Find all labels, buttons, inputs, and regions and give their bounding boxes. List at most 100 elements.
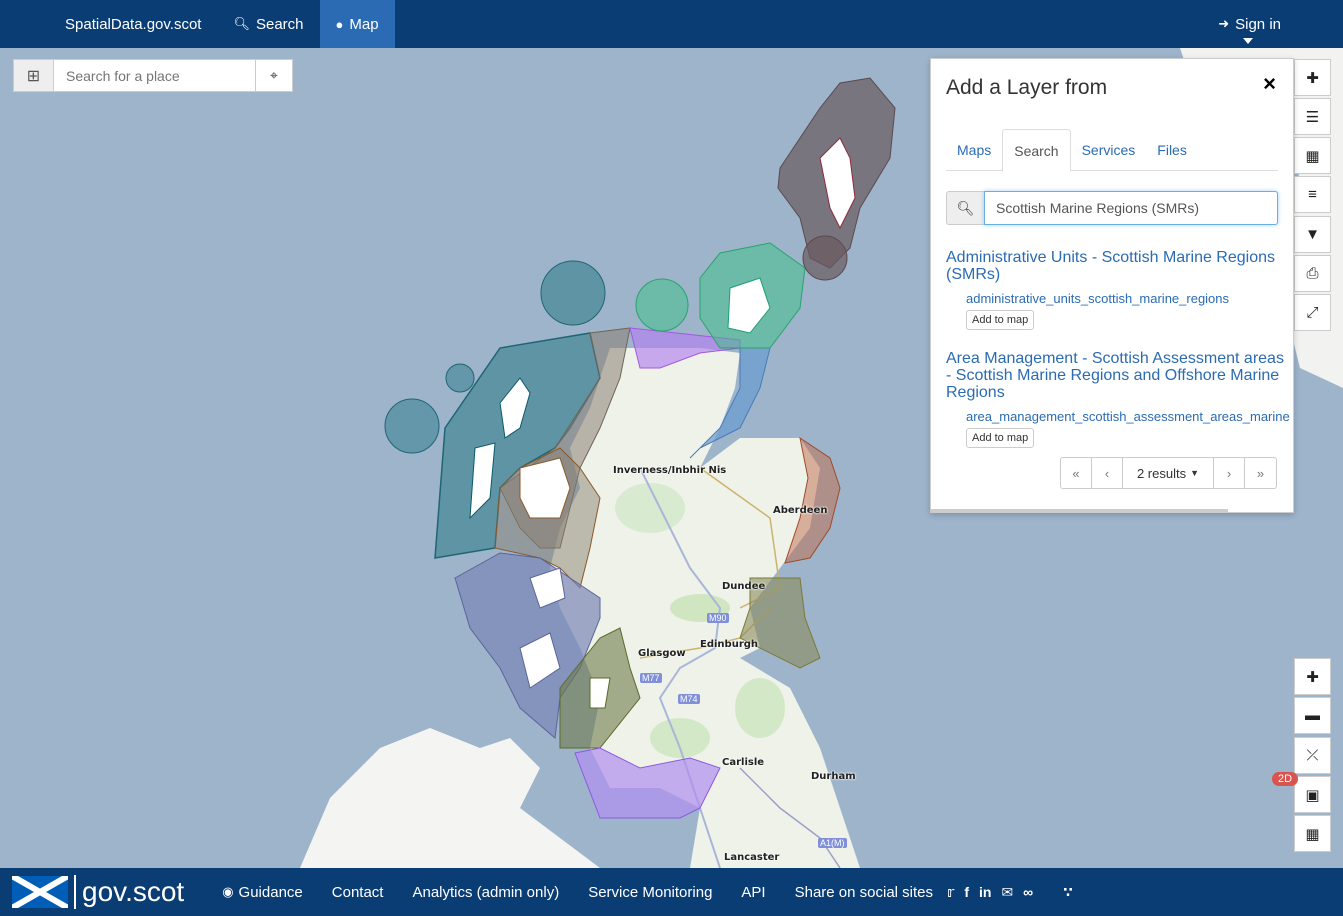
linkedin-icon[interactable]: in bbox=[979, 884, 991, 900]
plus-icon: ✚ bbox=[1306, 69, 1319, 87]
map-label-glasgow: Glasgow bbox=[638, 648, 686, 659]
logo-text: gov.scot bbox=[82, 876, 185, 907]
nav-map-link[interactable]: ● Map bbox=[319, 0, 395, 48]
github-icon: ◉ bbox=[222, 884, 234, 899]
map-label-inverness: Inverness/Inbhir Nis bbox=[613, 465, 727, 476]
map-label-durham: Durham bbox=[811, 771, 856, 782]
gov-scot-logo[interactable]: gov.scot bbox=[10, 873, 185, 911]
road-label-m90: M90 bbox=[707, 613, 729, 623]
map-label-lancaster: Lancaster bbox=[724, 852, 780, 863]
caret-down-icon: ▼ bbox=[1190, 468, 1200, 478]
results-pager: « ‹ 2 results ▼ › » bbox=[1060, 457, 1277, 489]
search-result: Administrative Units - Scottish Marine R… bbox=[946, 249, 1286, 330]
minus-icon: ▬ bbox=[1305, 707, 1320, 724]
rss-icon[interactable]: ∵ bbox=[1063, 884, 1073, 901]
map-label-carlisle: Carlisle bbox=[722, 757, 765, 768]
panel-tabs: Maps Search Services Files bbox=[946, 129, 1278, 172]
brand-link[interactable]: SpatialData.gov.scot bbox=[65, 16, 201, 33]
logo-divider bbox=[74, 875, 76, 909]
footer-link-label: Guidance bbox=[238, 883, 303, 901]
road-label-m77: M77 bbox=[640, 673, 662, 683]
result-layer-name[interactable]: area_management_scottish_assessment_area… bbox=[966, 409, 1290, 424]
layer-search-row: 🔍︎ bbox=[946, 191, 1278, 225]
filter-button[interactable]: ▼ bbox=[1294, 216, 1331, 253]
saltire-flag-icon bbox=[10, 873, 70, 911]
cube-icon: ▣ bbox=[1305, 786, 1320, 804]
footer-link-analytics[interactable]: Analytics (admin only) bbox=[412, 884, 559, 901]
top-navbar: SpatialData.gov.scot 🔍︎ Search ● Map ➜ S… bbox=[0, 0, 1343, 48]
chevron-down-icon[interactable] bbox=[1243, 38, 1253, 44]
crosshair-icon: ⌖ bbox=[270, 67, 278, 83]
layer-search-input[interactable] bbox=[984, 191, 1278, 225]
footer-link-guidance[interactable]: ◉ Guidance bbox=[222, 884, 303, 901]
road-label-m74: M74 bbox=[678, 694, 700, 704]
map-label-edinburgh: Edinburgh bbox=[700, 639, 759, 650]
locate-button[interactable]: ⌖ bbox=[255, 60, 292, 91]
basemap-button[interactable]: ▦ bbox=[1294, 137, 1331, 174]
map-label-aberdeen: Aberdeen bbox=[773, 505, 828, 516]
result-title[interactable]: Administrative Units - Scottish Marine R… bbox=[946, 249, 1286, 283]
plus-icon: ✚ bbox=[1306, 668, 1319, 686]
layer-filter-button[interactable]: ⊞ bbox=[14, 60, 54, 91]
footer-link-service-monitoring[interactable]: Service Monitoring bbox=[588, 884, 712, 901]
add-layer-panel: Add a Layer from × Maps Search Services … bbox=[930, 58, 1294, 513]
place-search-bar: ⊞ ⌖ bbox=[13, 59, 293, 92]
sign-in-icon: ➜ bbox=[1218, 16, 1230, 31]
legend-button[interactable]: ≡ bbox=[1294, 176, 1331, 213]
add-layer-button[interactable]: ✚ bbox=[1294, 59, 1331, 96]
result-layer-name[interactable]: administrative_units_scottish_marine_reg… bbox=[966, 291, 1286, 306]
zoom-out-button[interactable]: ▬ bbox=[1294, 697, 1331, 734]
email-icon[interactable]: ✉ bbox=[1001, 884, 1013, 901]
grid-icon: ▦ bbox=[1305, 825, 1320, 843]
last-page-button[interactable]: » bbox=[1245, 458, 1276, 488]
globe-icon: ● bbox=[335, 16, 344, 32]
view-3d-button[interactable]: ▣ bbox=[1294, 776, 1331, 813]
results-count-dropdown[interactable]: 2 results ▼ bbox=[1123, 458, 1214, 488]
add-to-map-button[interactable]: Add to map bbox=[966, 310, 1035, 330]
close-icon[interactable]: × bbox=[1263, 71, 1276, 97]
result-title[interactable]: Area Management - Scottish Assessment ar… bbox=[946, 350, 1286, 401]
place-search-input[interactable] bbox=[54, 60, 255, 91]
layers-icon: ☰ bbox=[1305, 108, 1320, 126]
prev-page-button[interactable]: ‹ bbox=[1092, 458, 1123, 488]
expand-icon: ⤢ bbox=[1306, 304, 1319, 321]
search-icon: 🔍︎ bbox=[233, 16, 250, 31]
social-links: 𝕣 f in ✉ ∞ ∵ bbox=[937, 884, 1073, 901]
zoom-in-button[interactable]: ✚ bbox=[1294, 658, 1331, 695]
nav-search-label: Search bbox=[255, 15, 304, 33]
footer-link-api[interactable]: API bbox=[741, 884, 765, 901]
zoom-extent-button[interactable]: ⤫ bbox=[1294, 737, 1331, 774]
road-label-a1m: A1(M) bbox=[818, 838, 847, 848]
next-page-button[interactable]: › bbox=[1214, 458, 1245, 488]
nav-map-label: Map bbox=[349, 15, 379, 33]
panel-title: Add a Layer from bbox=[946, 76, 1108, 99]
fullscreen-button[interactable]: ⤢ bbox=[1294, 294, 1331, 331]
map-label-dundee: Dundee bbox=[722, 581, 766, 592]
layers-button[interactable]: ☰ bbox=[1294, 98, 1331, 135]
footer-link-contact[interactable]: Contact bbox=[332, 884, 384, 901]
tab-services[interactable]: Services bbox=[1071, 129, 1147, 171]
apps-button[interactable]: ▦ bbox=[1294, 815, 1331, 852]
compress-icon: ⤫ bbox=[1306, 747, 1319, 764]
tab-files[interactable]: Files bbox=[1146, 129, 1198, 171]
horizontal-scrollbar[interactable] bbox=[931, 509, 1228, 512]
results-count-label: 2 results bbox=[1136, 465, 1187, 481]
sign-in-label: Sign in bbox=[1235, 15, 1281, 33]
tab-maps[interactable]: Maps bbox=[946, 129, 1002, 171]
search-result: Area Management - Scottish Assessment ar… bbox=[946, 350, 1290, 448]
twitter-icon[interactable]: 𝕣 bbox=[947, 884, 954, 901]
tab-search[interactable]: Search bbox=[1002, 129, 1071, 172]
filter-icon: ▼ bbox=[1305, 226, 1320, 243]
print-icon: ⎙ bbox=[1306, 265, 1319, 282]
link-icon[interactable]: ∞ bbox=[1023, 884, 1033, 900]
view-mode-badge: 2D bbox=[1272, 772, 1299, 786]
print-button[interactable]: ⎙ bbox=[1294, 255, 1331, 292]
facebook-icon[interactable]: f bbox=[964, 884, 969, 900]
grid-icon: ▦ bbox=[1305, 147, 1320, 165]
footer: gov.scot ◉ Guidance Contact Analytics (a… bbox=[0, 868, 1343, 916]
search-icon[interactable]: 🔍︎ bbox=[946, 191, 984, 225]
add-to-map-button[interactable]: Add to map bbox=[966, 428, 1035, 448]
signpost-icon: ⊞ bbox=[26, 67, 41, 85]
first-page-button[interactable]: « bbox=[1061, 458, 1092, 488]
nav-search-link[interactable]: 🔍︎ Search bbox=[217, 0, 319, 48]
